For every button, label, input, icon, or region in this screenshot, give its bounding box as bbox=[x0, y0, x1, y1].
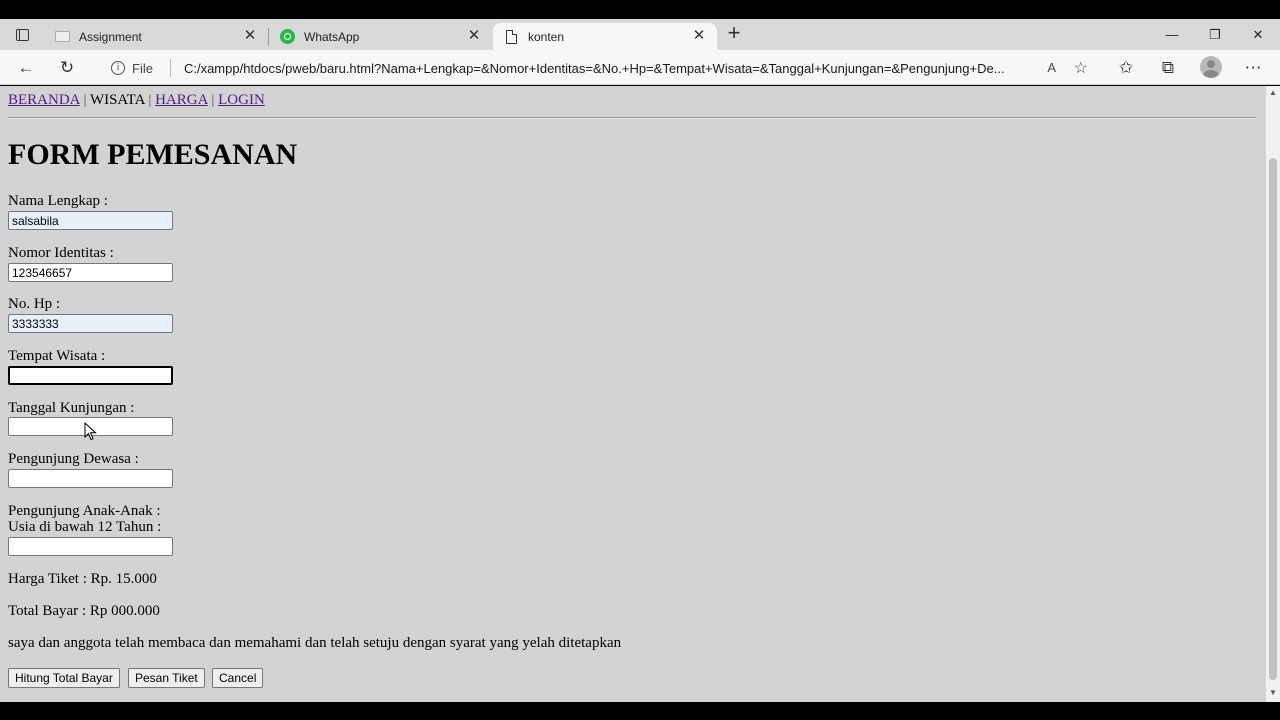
browser-toolbar: ← ↻ i File C:/xampp/htdocs/pweb/baru.htm… bbox=[0, 50, 1280, 85]
horizontal-rule bbox=[8, 117, 1256, 119]
whatsapp-icon bbox=[279, 29, 295, 45]
scheme-label: File bbox=[132, 60, 153, 76]
nav-link-harga[interactable]: HARGA bbox=[155, 92, 208, 108]
close-tab-icon[interactable]: ✕ bbox=[466, 28, 482, 44]
dewasa-label: Pengunjung Dewasa : bbox=[8, 451, 139, 467]
tab-strip: Assignment ✕ WhatsApp ✕ konten ✕ + bbox=[0, 19, 1280, 50]
anak-age-label: Usia di bawah 12 Tahun : bbox=[8, 519, 162, 535]
mouse-pointer-icon bbox=[84, 422, 97, 441]
anak-input[interactable] bbox=[8, 537, 173, 556]
tab-title: WhatsApp bbox=[304, 29, 360, 44]
scroll-up-icon[interactable]: ▲ bbox=[1268, 88, 1278, 100]
top-navigation: BERANDA | WISATA | HARGA | LOGIN bbox=[8, 92, 265, 109]
cancel-button[interactable]: Cancel bbox=[212, 668, 264, 688]
identitas-input[interactable] bbox=[8, 263, 173, 282]
scrollbar-thumb[interactable] bbox=[1269, 158, 1277, 680]
nama-input[interactable] bbox=[8, 211, 173, 230]
back-icon[interactable]: ← bbox=[13, 55, 39, 81]
refresh-icon[interactable]: ↻ bbox=[54, 55, 80, 81]
close-window-icon[interactable]: ✕ bbox=[1236, 19, 1280, 50]
address-bar[interactable]: i File C:/xampp/htdocs/pweb/baru.html?Na… bbox=[95, 53, 1098, 83]
tempat-input[interactable] bbox=[8, 366, 173, 385]
nav-item-wisata: WISATA bbox=[89, 92, 145, 108]
new-tab-icon[interactable]: + bbox=[723, 22, 745, 45]
assignment-icon bbox=[54, 29, 70, 45]
nama-label: Nama Lengkap : bbox=[8, 193, 108, 209]
tab-title: Assignment bbox=[79, 29, 142, 44]
tab-whatsapp[interactable]: WhatsApp ✕ bbox=[270, 23, 492, 50]
tab-title: konten bbox=[528, 29, 565, 44]
tanggal-label: Tanggal Kunjungan : bbox=[8, 400, 135, 416]
tab-konten[interactable]: konten ✕ bbox=[493, 23, 717, 50]
screen-bottom-bar bbox=[0, 702, 1280, 720]
document-icon bbox=[503, 29, 519, 45]
identitas-label: Nomor Identitas : bbox=[8, 245, 114, 261]
close-tab-icon[interactable]: ✕ bbox=[242, 28, 258, 44]
hitung-total-button[interactable]: Hitung Total Bayar bbox=[8, 668, 120, 688]
screen-top-bar bbox=[0, 0, 1280, 19]
add-favorite-icon[interactable]: ☆ bbox=[1074, 58, 1088, 78]
collections-icon[interactable]: ⧉ bbox=[1155, 55, 1181, 81]
total-bayar-text: Total Bayar : Rp 000.000 bbox=[8, 603, 160, 619]
url-text[interactable]: C:/xampp/htdocs/pweb/baru.html?Nama+Leng… bbox=[184, 61, 1034, 76]
page-viewport: BERANDA | WISATA | HARGA | LOGIN FORM PE… bbox=[0, 86, 1266, 702]
vertical-scrollbar[interactable]: ▲ ▼ bbox=[1266, 86, 1280, 702]
read-aloud-icon[interactable]: A bbox=[1047, 60, 1056, 75]
nav-link-login[interactable]: LOGIN bbox=[218, 92, 265, 108]
dewasa-input[interactable] bbox=[8, 469, 173, 488]
pesan-tiket-button[interactable]: Pesan Tiket bbox=[128, 668, 205, 688]
tab-actions-icon bbox=[15, 29, 29, 41]
restore-icon[interactable]: ❐ bbox=[1193, 19, 1237, 50]
address-divider bbox=[169, 59, 171, 77]
close-tab-icon[interactable]: ✕ bbox=[691, 28, 707, 44]
favorites-icon[interactable]: ✩ bbox=[1113, 55, 1139, 81]
tab-divider bbox=[268, 28, 269, 46]
more-menu-icon[interactable]: ⋯ bbox=[1240, 55, 1266, 81]
tab-actions-button[interactable] bbox=[8, 25, 36, 45]
agreement-text: saya dan anggota telah membaca dan memah… bbox=[8, 635, 622, 651]
nav-link-beranda[interactable]: BERANDA bbox=[8, 92, 80, 108]
scroll-down-icon[interactable]: ▼ bbox=[1268, 688, 1278, 700]
tab-assignment[interactable]: Assignment ✕ bbox=[44, 23, 268, 50]
tempat-label: Tempat Wisata : bbox=[8, 348, 106, 364]
profile-avatar[interactable] bbox=[1200, 56, 1222, 78]
anak-label: Pengunjung Anak-Anak : bbox=[8, 503, 161, 519]
nav-separator: | bbox=[83, 92, 87, 108]
nav-separator: | bbox=[211, 92, 215, 108]
info-icon[interactable]: i bbox=[111, 61, 125, 75]
minimize-icon[interactable]: — bbox=[1150, 19, 1194, 50]
page-title: FORM PEMESANAN bbox=[8, 138, 298, 171]
harga-tiket-text: Harga Tiket : Rp. 15.000 bbox=[8, 571, 157, 587]
hp-input[interactable] bbox=[8, 314, 173, 333]
hp-label: No. Hp : bbox=[8, 296, 61, 312]
nav-separator: | bbox=[148, 92, 152, 108]
